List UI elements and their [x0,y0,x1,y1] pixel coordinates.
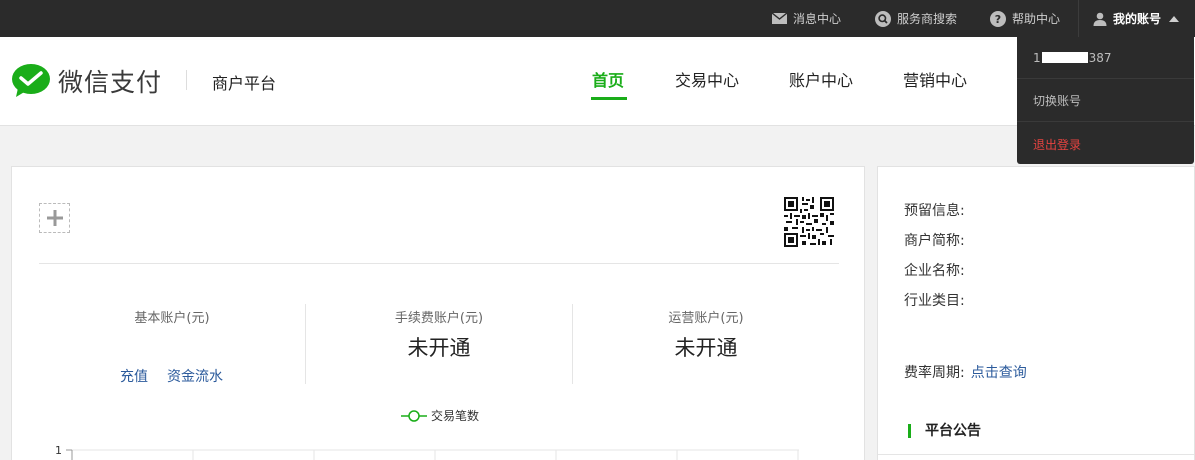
wechat-pay-logo-icon [12,64,50,97]
transaction-chart: 1 [55,444,799,460]
operating-account: 运营账户(元) 未开通 [573,307,839,362]
caret-up-icon [1169,15,1180,22]
user-icon [1093,12,1107,26]
short-name-label: 商户简称: [904,233,965,249]
provider-search-label: 服务商搜索 [897,12,958,26]
overview-panel: 基本账户(元) 手续费账户(元) 未开通 运营账户(元) 未开通 充值 资金流水… [11,166,865,460]
rate-query-link[interactable]: 点击查询 [971,365,1027,381]
industry-label: 行业类目: [904,293,965,309]
operating-account-value: 未开通 [674,336,738,360]
fee-account: 手续费账户(元) 未开通 [306,307,572,362]
message-center-link[interactable]: 消息中心 [772,0,841,37]
help-icon: ? [990,10,1006,27]
logo-divider [186,70,187,90]
nav-marketing-center[interactable]: 营销中心 [903,67,967,91]
account-dropdown: 1 387 切换账号 退出登录 [1017,37,1194,164]
help-center-label: 帮助中心 [1012,12,1061,26]
redacted-block [1041,52,1088,63]
platform-notice-title: 平台公告 [908,424,981,438]
help-center-link[interactable]: ? 帮助中心 [990,0,1060,37]
x-gridlines [192,450,799,460]
logo-text: 微信支付 [58,68,163,97]
panel-divider [39,263,839,264]
basic-account-title: 基本账户(元) [134,311,210,326]
merchant-info-panel: 预留信息: 商户简称: 企业名称: 行业类目: 费率周期: 点击查询 平台公告 [877,166,1195,460]
top-bar: 消息中心 服务商搜索 ? 帮助中心 我的账号 [0,0,1195,37]
account-id-suffix: 387 [1088,50,1112,65]
fee-account-value: 未开通 [407,336,471,360]
recharge-link[interactable]: 充值 [120,366,148,386]
nav-trade-center[interactable]: 交易中心 [675,67,739,91]
switch-account-item[interactable]: 切换账号 [1017,80,1194,122]
account-id-prefix: 1 [1033,50,1041,65]
svg-text:?: ? [995,13,1001,26]
fund-flow-link[interactable]: 资金流水 [167,366,223,386]
platform-title: 商户平台 [212,74,277,93]
plus-icon [46,210,63,226]
reserved-info-label: 预留信息: [904,203,965,219]
qr-code-icon[interactable] [784,197,834,251]
message-center-label: 消息中心 [793,12,842,26]
mail-icon [772,13,787,24]
rate-period-row: 费率周期: 点击查询 [904,362,1027,382]
y-tick-label: 1 [55,444,62,457]
account-id-item[interactable]: 1 387 [1017,37,1194,79]
legend-line-marker-icon [401,409,427,422]
wechat-pay-logo[interactable]: 微信支付 [12,63,162,99]
add-shortcut-button[interactable] [39,203,70,233]
provider-search-link[interactable]: 服务商搜索 [875,0,957,37]
chart-legend[interactable]: 交易笔数 [401,407,479,424]
active-nav-underline [591,97,627,100]
my-account-label: 我的账号 [1113,12,1162,26]
header: 微信支付 商户平台 首页 交易中心 账户中心 营销中心 [0,37,1195,126]
notice-divider [878,454,1194,455]
logout-item[interactable]: 退出登录 [1017,123,1194,165]
legend-label: 交易笔数 [431,409,480,423]
fee-account-title: 手续费账户(元) [394,311,484,326]
operating-account-title: 运营账户(元) [668,311,744,326]
nav-account-center[interactable]: 账户中心 [789,67,853,91]
search-icon [875,10,891,27]
company-name-label: 企业名称: [904,263,965,279]
rate-period-label: 费率周期: [904,365,965,381]
my-account-menu[interactable]: 我的账号 [1078,0,1195,37]
nav-home[interactable]: 首页 [592,67,624,91]
basic-account: 基本账户(元) [39,307,305,326]
